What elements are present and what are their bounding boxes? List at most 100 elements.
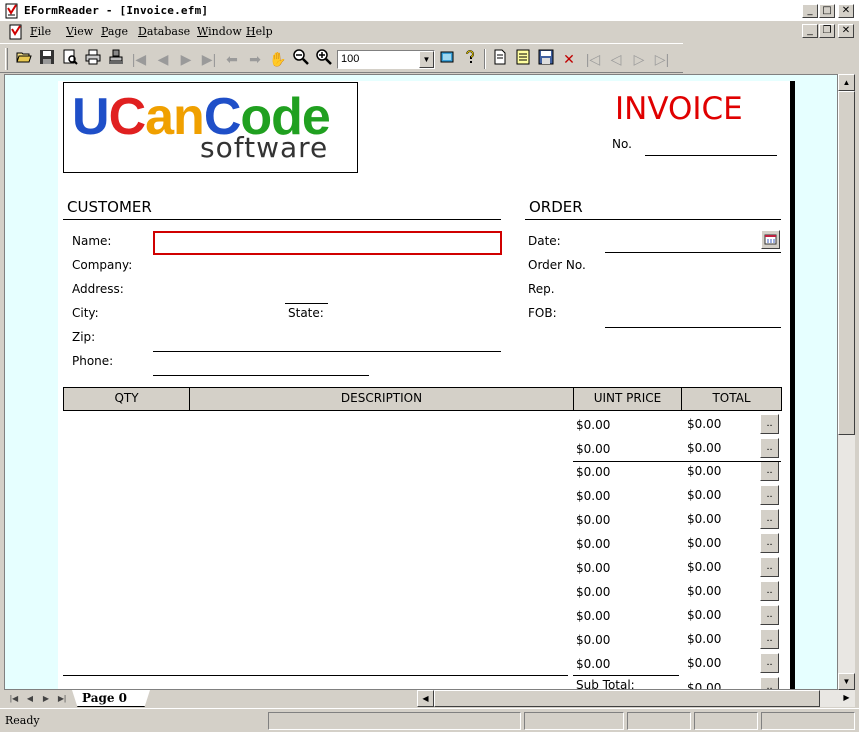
hand-icon[interactable]: ✋ [268, 49, 288, 69]
first-page-icon[interactable]: |◀ [129, 49, 149, 69]
fit-page-icon[interactable] [437, 49, 457, 69]
zoom-in-icon[interactable] [314, 49, 334, 69]
city-field[interactable] [285, 303, 328, 304]
tab-previous-icon[interactable]: ◀ [22, 691, 38, 706]
name-field[interactable] [153, 231, 502, 255]
forward-arrow-icon[interactable]: ➡ [245, 49, 265, 69]
order-no-label: Order No. [528, 258, 586, 272]
row-ellipsis-button[interactable]: .. [760, 533, 779, 553]
row-ellipsis-button[interactable]: .. [760, 509, 779, 529]
print-icon[interactable] [83, 49, 103, 69]
menu-help[interactable]: Help [246, 25, 273, 38]
scroll-right-icon[interactable]: ▶ [838, 690, 855, 707]
menu-page[interactable]: Page [101, 25, 128, 38]
divider [573, 675, 679, 676]
column-header-qty: QTY [64, 388, 190, 410]
total-cell: $0.00 [687, 536, 722, 550]
maximize-button[interactable]: □ [819, 4, 835, 18]
tab-first-icon[interactable]: |◀ [6, 691, 22, 706]
date-field[interactable] [605, 252, 781, 253]
total-cell: $0.00 [687, 632, 722, 646]
last-page-icon[interactable]: ▶| [199, 49, 219, 69]
subtotal-label: Sub Total: [576, 678, 635, 690]
document-view[interactable]: UCanCode software INVOICE No. CUSTOMER O… [4, 74, 838, 690]
edit-form-icon[interactable] [513, 49, 533, 69]
tab-next-icon[interactable]: ▶ [38, 691, 54, 706]
row-ellipsis-button[interactable]: .. [760, 485, 779, 505]
scroll-up-icon[interactable]: ▲ [838, 74, 855, 91]
phone-field[interactable] [153, 375, 369, 376]
last-record-icon[interactable]: ▷| [652, 49, 672, 69]
horizontal-scroll-thumb[interactable] [434, 690, 820, 707]
print-preview-icon[interactable] [60, 49, 80, 69]
zoom-combobox[interactable]: 100 ▼ [337, 50, 435, 69]
tab-page-0[interactable]: Page 0 [72, 690, 150, 707]
horizontal-scrollbar[interactable]: ◀ [417, 690, 838, 707]
total-cell: $0.00 [687, 560, 722, 574]
previous-page-icon[interactable]: ◀ [153, 49, 173, 69]
new-form-icon[interactable] [490, 49, 510, 69]
menu-bar: File View Page Database Window Help [0, 22, 859, 42]
back-arrow-icon[interactable]: ⬅ [222, 49, 242, 69]
tab-last-icon[interactable]: ▶| [54, 691, 70, 706]
help-icon[interactable] [460, 49, 480, 69]
menu-view[interactable]: View [66, 25, 93, 38]
window-title: EFormReader - [Invoice.efm] [24, 4, 209, 17]
fob-label: FOB: [528, 306, 557, 320]
scroll-down-icon[interactable]: ▼ [838, 673, 855, 690]
row-ellipsis-button[interactable]: .. [760, 629, 779, 649]
stamp-icon[interactable] [106, 49, 126, 69]
delete-icon[interactable]: ✕ [559, 49, 579, 69]
company-logo: UCanCode software [63, 82, 358, 173]
calendar-icon[interactable] [761, 230, 780, 249]
total-cell: $0.00 [687, 656, 722, 670]
unit-price-cell: $0.00 [576, 561, 611, 575]
menu-window[interactable]: Window [197, 25, 242, 38]
total-cell: $0.00 [687, 464, 722, 478]
subtotal-ellipsis-button[interactable]: .. [760, 677, 779, 689]
unit-price-cell: $0.00 [576, 657, 611, 671]
row-ellipsis-button[interactable]: .. [760, 414, 779, 434]
no-field[interactable] [645, 155, 777, 156]
row-ellipsis-button[interactable]: .. [760, 581, 779, 601]
vertical-scroll-thumb[interactable] [838, 91, 855, 435]
row-ellipsis-button[interactable]: .. [760, 605, 779, 625]
minimize-button[interactable]: _ [802, 4, 818, 18]
status-text: Ready [5, 714, 40, 727]
row-ellipsis-button[interactable]: .. [760, 461, 779, 481]
menu-database[interactable]: Database [138, 25, 190, 38]
invoice-title: INVOICE [615, 91, 743, 127]
next-page-icon[interactable]: ▶ [176, 49, 196, 69]
total-cell: $0.00 [687, 417, 722, 431]
save-icon[interactable] [37, 49, 57, 69]
row-ellipsis-button[interactable]: .. [760, 438, 779, 458]
menu-file[interactable]: File [30, 25, 51, 38]
close-button[interactable]: ✕ [838, 4, 854, 18]
mdi-close-button[interactable]: ✕ [838, 24, 854, 38]
date-label: Date: [528, 234, 561, 248]
scroll-left-icon[interactable]: ◀ [417, 690, 434, 707]
next-record-icon[interactable]: ▷ [629, 49, 649, 69]
vertical-scrollbar[interactable]: ▲ ▼ [838, 74, 855, 690]
save-record-icon[interactable] [536, 49, 556, 69]
unit-price-cell: $0.00 [576, 585, 611, 599]
mdi-minimize-button[interactable]: _ [802, 24, 818, 38]
status-pane [627, 712, 691, 730]
chevron-down-icon[interactable]: ▼ [419, 51, 434, 68]
no-label: No. [612, 137, 632, 151]
total-cell: $0.00 [687, 584, 722, 598]
city-label: City: [72, 306, 99, 320]
row-ellipsis-button[interactable]: .. [760, 653, 779, 673]
fob-field[interactable] [605, 327, 781, 328]
toolbar-grip[interactable] [5, 48, 8, 70]
open-icon[interactable] [14, 49, 34, 69]
first-record-icon[interactable]: |◁ [583, 49, 603, 69]
status-pane [761, 712, 855, 730]
app-icon [5, 3, 18, 19]
zip-field[interactable] [153, 351, 501, 352]
document-icon[interactable] [8, 24, 24, 40]
row-ellipsis-button[interactable]: .. [760, 557, 779, 577]
mdi-restore-button[interactable]: ❐ [819, 24, 835, 38]
zoom-out-icon[interactable] [291, 49, 311, 69]
previous-record-icon[interactable]: ◁ [606, 49, 626, 69]
